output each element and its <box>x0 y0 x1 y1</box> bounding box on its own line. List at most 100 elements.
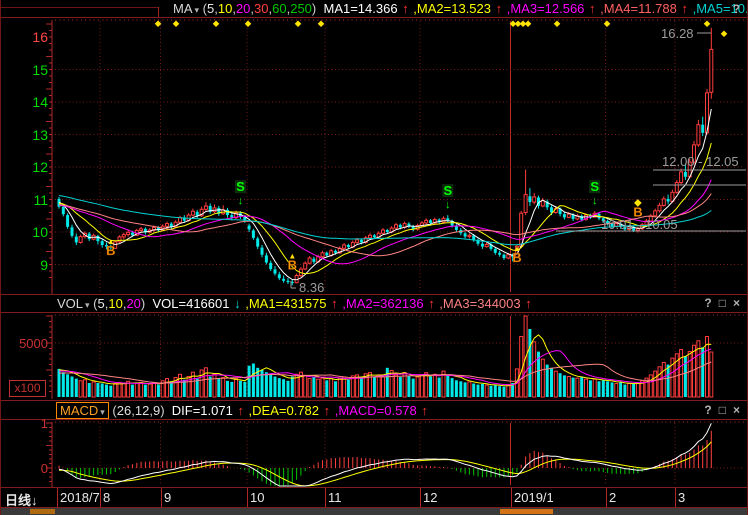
month-label[interactable]: 2018/7 <box>60 490 100 505</box>
month-label[interactable]: 12 <box>423 490 437 505</box>
buy-signal-label: B <box>512 250 521 265</box>
month-tick <box>57 488 58 507</box>
volume-unit-badge: x100 <box>9 380 46 397</box>
indicator-value: VOL=416601 <box>149 296 233 311</box>
macd-chart-canvas[interactable] <box>0 420 748 487</box>
sell-signal-label: S <box>590 179 599 194</box>
close-icon[interactable]: × <box>733 403 740 417</box>
event-diamond-icon: ◆ <box>604 18 611 28</box>
price-axis-label: 10 <box>14 224 48 240</box>
trend-up-arrow-icon: ↑ <box>589 1 596 16</box>
macd-indicator-label[interactable]: MACD▾ <box>56 402 109 419</box>
sell-arrow-icon: ↓ <box>238 195 244 207</box>
ma-indicator-header[interactable]: MA▾ (5,10,20,30,60,250) MA1=14.366 ↑ ,MA… <box>173 1 748 16</box>
event-diamond-icon: ◆ <box>318 18 325 28</box>
macd-panel-icons[interactable]: ? □ × <box>697 403 740 417</box>
maximize-icon[interactable]: □ <box>719 296 726 310</box>
month-label[interactable]: 2 <box>609 490 616 505</box>
month-tick <box>325 488 326 507</box>
price-axis-label: 14 <box>14 94 48 110</box>
macd-indicator-header[interactable]: MACD▾ (26,12,9) DIF=1.071 ↑ ,DEA=0.782 ↑… <box>56 403 429 418</box>
trend-up-arrow-icon: ↑ <box>428 296 435 311</box>
trend-up-arrow-icon: ↑ <box>237 403 244 418</box>
sell-arrow-icon: ↓ <box>592 195 598 207</box>
month-tick <box>420 488 421 507</box>
indicator-value: MA1=14.366 <box>320 1 401 16</box>
month-tick <box>161 488 162 507</box>
trend-up-arrow-icon: ↑ <box>421 403 428 418</box>
month-label[interactable]: 11 <box>328 490 342 505</box>
indicator-value: ,MA3=12.566 <box>503 1 588 16</box>
vol-indicator-label[interactable]: VOL▾ <box>57 296 90 311</box>
stock-app-window: { "icons": {"dropdown":"▾","help":"?","m… <box>0 0 748 515</box>
help-icon[interactable]: ? <box>704 296 711 310</box>
separator <box>0 312 748 313</box>
event-diamond-icon: ◆ <box>155 18 162 28</box>
month-tick <box>247 488 248 507</box>
trend-up-arrow-icon: ↑ <box>402 1 409 16</box>
event-diamond-icon: ◆ <box>213 18 220 28</box>
help-icon[interactable]: ? <box>733 2 740 16</box>
separator <box>0 400 748 401</box>
scrollbar-segment-right[interactable] <box>500 509 553 514</box>
month-tick <box>511 488 512 507</box>
event-diamond-icon: ◆ <box>295 18 302 28</box>
indicator-value: ,MA3=344003 <box>436 296 525 311</box>
vol-indicator-header[interactable]: VOL▾ (5,10,20) VOL=416601 ↓ ,MA1=431575 … <box>57 296 533 311</box>
trend-up-arrow-icon: ↑ <box>331 296 338 311</box>
indicator-value: ,MA4=11.788 <box>597 1 681 16</box>
month-label[interactable]: 2019/1 <box>514 490 554 505</box>
month-label[interactable]: 9 <box>164 490 171 505</box>
price-annotation: 8.36 <box>299 280 324 294</box>
volume-chart-canvas[interactable] <box>0 313 748 400</box>
macd-axis-label: 1 <box>14 416 48 431</box>
price-annotation: 16.28 <box>661 26 694 41</box>
trend-down-arrow-icon: ↓ <box>234 296 241 311</box>
trend-up-arrow-icon: ↑ <box>682 1 689 16</box>
sell-arrow-icon: ↓ <box>445 199 451 211</box>
horizontal-scrollbar[interactable] <box>0 508 748 515</box>
separator <box>0 17 748 18</box>
price-axis-label: 15 <box>14 62 48 78</box>
event-diamond-icon: ◆ <box>173 18 180 28</box>
indicator-value: ,MACD=0.578 <box>331 403 420 418</box>
window-corner-line-h <box>0 7 158 8</box>
macd-dropdown-icon[interactable]: ▾ <box>100 407 105 417</box>
period-label: 日线 <box>5 493 31 508</box>
indicator-value: ,DEA=0.782 <box>245 403 323 418</box>
buy-signal-label: B <box>106 243 115 258</box>
period-selector[interactable]: 日线↓ <box>5 490 38 509</box>
buy-signal-label: B <box>288 257 297 272</box>
close-icon[interactable]: × <box>733 296 740 310</box>
period-down-arrow-icon: ↓ <box>31 493 38 508</box>
month-label[interactable]: 8 <box>103 490 110 505</box>
price-annotation: 12.00 - 12.05 <box>662 154 739 169</box>
price-annotation: 10.01 - 10.05 <box>601 217 678 232</box>
event-diamond-icon: ◆ <box>525 18 532 28</box>
sell-signal-label: S <box>236 179 245 194</box>
vol-panel-icons[interactable]: ? □ × <box>697 296 740 310</box>
event-diamond-icon: ◆ <box>704 18 711 28</box>
scrollbar-segment-left[interactable] <box>30 509 55 514</box>
main-panel-icons[interactable]: ? <box>726 2 740 16</box>
maximize-icon[interactable]: □ <box>719 403 726 417</box>
month-label[interactable]: 3 <box>678 490 685 505</box>
indicator-value: ,MA1=431575 <box>242 296 331 311</box>
price-axis-label: 13 <box>14 127 48 143</box>
price-axis-label: 12 <box>14 159 48 175</box>
left-border <box>0 0 1 515</box>
month-label[interactable]: 10 <box>250 490 264 505</box>
price-chart-canvas[interactable]: ◆◆◆◆◆◆◆◆◆◆◆◆◆◆▲BS↓▲BS↓▲BS↓◆B16.2812.00 -… <box>0 18 748 294</box>
sell-signal-label: S <box>443 183 452 198</box>
ma-indicator-label[interactable]: MA▾ <box>173 1 199 16</box>
trend-up-arrow-icon: ↑ <box>525 296 532 311</box>
volume-axis-label: 5000 <box>14 336 48 351</box>
price-axis-label: 16 <box>14 29 48 45</box>
time-axis-bar[interactable]: 日线↓ 2018/78 9 10 11 12 2019/1 2 3 <box>0 488 748 507</box>
price-axis-label: 11 <box>14 192 48 208</box>
indicator-value: DIF=1.071 <box>168 403 236 418</box>
month-tick <box>100 488 101 507</box>
help-icon[interactable]: ? <box>704 403 711 417</box>
event-diamond-icon: ◆ <box>245 18 252 28</box>
price-axis-label: 9 <box>14 257 48 273</box>
